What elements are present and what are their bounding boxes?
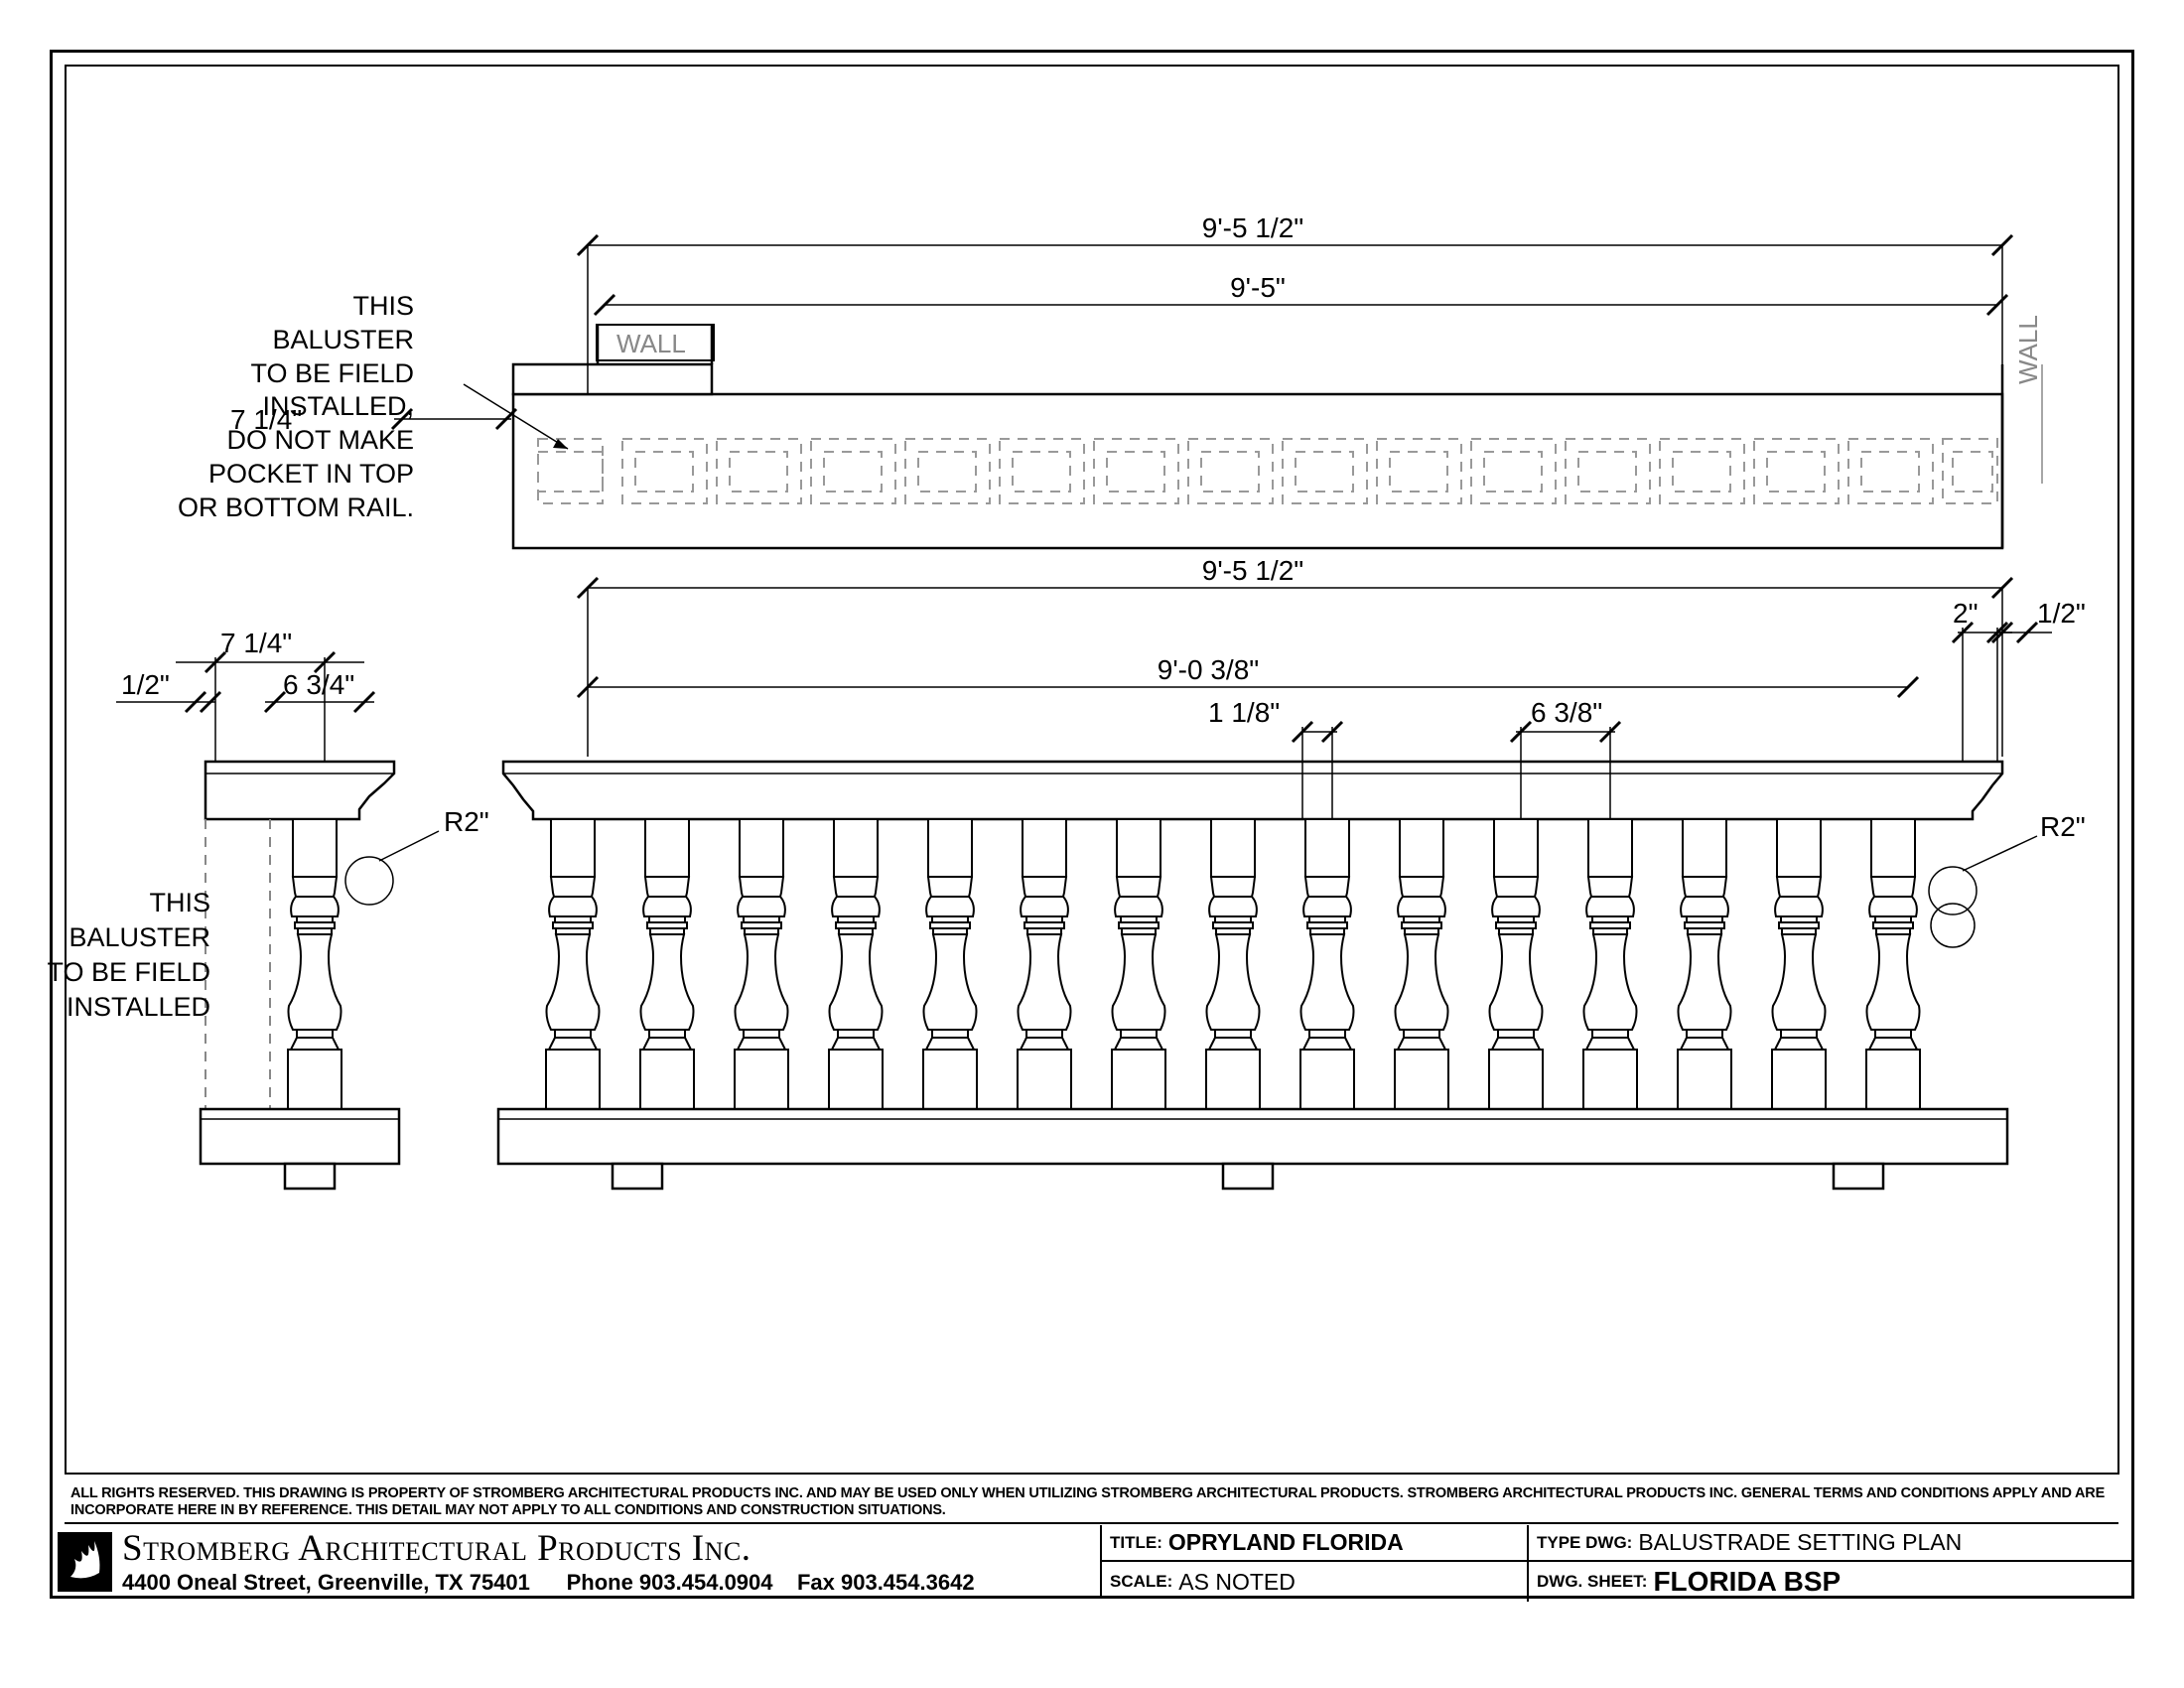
- dim-top-note: 7 1/4": [230, 404, 302, 436]
- plan-view: WALL WALL 9'-: [392, 212, 2043, 548]
- scale-label: SCALE:: [1110, 1572, 1172, 1592]
- side-view: R2": [201, 762, 489, 1189]
- dim-spacing: 6 3/8": [1531, 697, 1602, 728]
- note-side: THIS BALUSTER TO BE FIELD INSTALLED: [32, 886, 210, 1025]
- dim-side-7-14: 7 1/4": [220, 628, 292, 658]
- dim-elev-inner: 9'-0 3/8": [1158, 654, 1259, 685]
- side-dims: 7 1/4" 1/2" 6 3/4": [116, 628, 374, 762]
- dim-end-half: 1/2": [2037, 598, 2086, 629]
- wall-label-right: WALL: [2013, 315, 2043, 384]
- elevation: R2": [498, 762, 2086, 1189]
- sheet-value: FLORIDA BSP: [1653, 1566, 1841, 1598]
- company-fax: Fax 903.454.3642: [797, 1570, 975, 1595]
- legal-text: ALL RIGHTS RESERVED. THIS DRAWING IS PRO…: [65, 1483, 2118, 1524]
- r2-left: R2": [444, 806, 489, 837]
- wall-label-left: WALL: [616, 329, 686, 358]
- dim-plan-inner: 9'-5": [1230, 272, 1286, 303]
- title-block: Stromberg Architectural Products Inc. 44…: [50, 1525, 2134, 1598]
- dim-side-half: 1/2": [121, 669, 170, 700]
- type-value: BALUSTRADE SETTING PLAN: [1638, 1529, 1962, 1556]
- title-value: OPRYLAND FLORIDA: [1168, 1529, 1404, 1556]
- dim-elev-overall: 9'-5 1/2": [1202, 555, 1303, 586]
- sheet-label: DWG. SHEET:: [1537, 1572, 1647, 1592]
- company-address: 4400 Oneal Street, Greenville, TX 75401: [122, 1570, 530, 1595]
- title-label: TITLE:: [1110, 1533, 1162, 1553]
- company-name: Stromberg Architectural Products Inc.: [122, 1527, 1092, 1570]
- dim-side-6-34: 6 3/4": [283, 669, 354, 700]
- company-logo: [58, 1532, 112, 1592]
- dim-plan-overall: 9'-5 1/2": [1202, 212, 1303, 243]
- r2-right: R2": [2040, 811, 2086, 842]
- dim-gap: 1 1/8": [1208, 697, 1280, 728]
- type-label: TYPE DWG:: [1537, 1533, 1632, 1553]
- company-phone: Phone 903.454.0904: [567, 1570, 773, 1595]
- dim-end-2: 2": [1953, 598, 1979, 629]
- scale-value: AS NOTED: [1178, 1569, 1296, 1596]
